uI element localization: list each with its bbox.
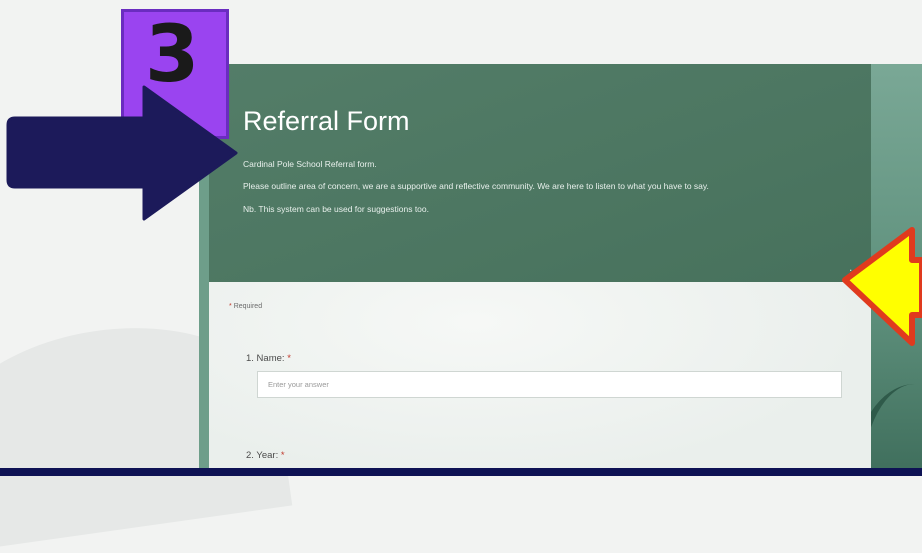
description-line-concern: Please outline area of concern, we are a… xyxy=(243,181,709,192)
name-answer-input[interactable] xyxy=(257,371,842,398)
question-year-required-star: * xyxy=(280,450,285,461)
description-line-school: Cardinal Pole School Referral form. xyxy=(243,159,377,169)
required-note-label: Required xyxy=(233,303,263,310)
form-title: Referral Form xyxy=(243,106,410,136)
question-name-text: 1. Name: xyxy=(246,353,285,364)
form-description: Cardinal Pole School Referral form. Plea… xyxy=(243,158,843,225)
form-header: Referral Form Cardinal Pole School Refer… xyxy=(209,64,871,282)
bottom-bar xyxy=(0,468,922,476)
description-line-suggestions: Nb. This system can be used for suggesti… xyxy=(243,203,429,214)
question-year-text: 2. Year: xyxy=(246,450,279,461)
question-year-label: 2. Year: * xyxy=(246,450,285,461)
question-name-label: 1. Name: * xyxy=(246,353,291,364)
required-note: * Required xyxy=(229,303,262,310)
step-number: 3 xyxy=(145,10,200,100)
question-name-required-star: * xyxy=(287,353,291,364)
yellow-arrow-icon xyxy=(842,227,922,346)
form-body: * Required 1. Name: * 2. Year: * xyxy=(209,282,871,476)
required-star: * xyxy=(229,303,232,310)
form-screenshot: Referral Form Cardinal Pole School Refer… xyxy=(199,64,922,476)
navy-arrow-icon xyxy=(6,85,238,221)
